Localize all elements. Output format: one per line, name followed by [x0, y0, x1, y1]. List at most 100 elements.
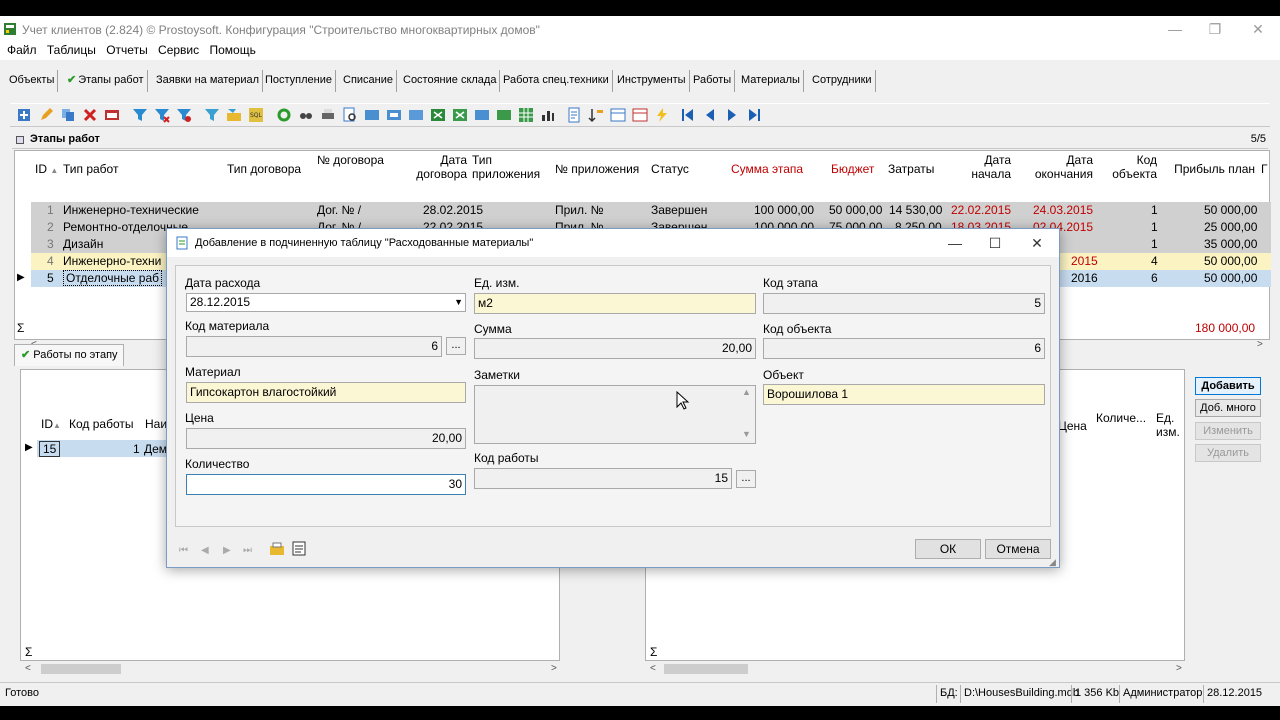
col-start-date[interactable]: Дата начала: [955, 153, 1011, 181]
material-code-field[interactable]: 6: [186, 336, 442, 357]
minimize-icon[interactable]: —: [1160, 20, 1190, 38]
tab-works-by-stage[interactable]: ✔ Работы по этапу: [14, 344, 124, 366]
preview-icon[interactable]: [342, 107, 358, 123]
filter-values-icon[interactable]: [204, 107, 220, 123]
restore-icon[interactable]: ❐: [1200, 20, 1230, 38]
tab-material-requests[interactable]: Заявки на материал: [153, 70, 264, 92]
scroll-right-icon[interactable]: >: [1257, 339, 1263, 350]
close-icon[interactable]: ✕: [1025, 234, 1049, 252]
add-record-icon[interactable]: [16, 107, 32, 123]
col-work-code[interactable]: Код работы: [69, 417, 134, 431]
export-excel-icon[interactable]: [430, 107, 446, 123]
chevron-down-icon[interactable]: ▼: [454, 294, 463, 311]
filter-folder-icon[interactable]: [226, 107, 242, 123]
quantity-field[interactable]: 30: [186, 474, 466, 495]
edit-button[interactable]: Изменить: [1195, 422, 1261, 440]
tab-employees[interactable]: Сотрудники: [809, 70, 876, 92]
col-id[interactable]: ID▲: [41, 417, 61, 431]
sum-field[interactable]: 20,00: [474, 338, 756, 359]
scroll-right-icon[interactable]: >: [551, 663, 557, 674]
settings-grid-icon[interactable]: [632, 107, 648, 123]
work-code-browse-button[interactable]: ...: [736, 470, 756, 488]
col-profit-plan[interactable]: Прибыль план: [1165, 162, 1255, 176]
col-object-code[interactable]: Код объекта: [1101, 153, 1157, 181]
col-contract-date[interactable]: Дата договора: [395, 153, 467, 181]
notes-textarea[interactable]: [474, 385, 756, 444]
sql-filter-icon[interactable]: SQL: [248, 107, 264, 123]
filter-clear-icon[interactable]: [176, 107, 192, 123]
prev-record-icon[interactable]: [702, 107, 718, 123]
table-row[interactable]: 1 Инженерно-технические Дог. № / 28.02.2…: [31, 202, 1271, 219]
first-record-icon[interactable]: [680, 107, 696, 123]
col-id[interactable]: ID ▲: [35, 162, 58, 178]
ok-button[interactable]: ОК: [915, 539, 981, 559]
export-2-icon[interactable]: [386, 107, 402, 123]
chart-icon[interactable]: [540, 107, 556, 123]
resize-grip-icon[interactable]: ◢: [1049, 557, 1056, 568]
stage-code-field[interactable]: 5: [763, 293, 1045, 314]
material-code-browse-button[interactable]: ...: [446, 337, 466, 355]
minimize-icon[interactable]: —: [943, 234, 967, 252]
menu-help[interactable]: Помощь: [202, 42, 255, 58]
price-field[interactable]: 20,00: [186, 428, 466, 449]
export-icon[interactable]: [364, 107, 380, 123]
col-appendix-no[interactable]: № приложения: [555, 162, 639, 176]
col-contract-no[interactable]: № договора: [317, 153, 387, 167]
find-icon[interactable]: [298, 107, 314, 123]
tab-tools[interactable]: Инструменты: [614, 70, 690, 92]
col-contract-type[interactable]: Тип договора: [227, 162, 301, 176]
window-icon[interactable]: [104, 107, 120, 123]
tab-works[interactable]: Работы: [690, 70, 736, 92]
export-3-icon[interactable]: [408, 107, 424, 123]
next-record-icon[interactable]: [724, 107, 740, 123]
open-folder-icon[interactable]: [269, 542, 285, 556]
last-record-icon[interactable]: ⏭: [243, 545, 252, 556]
menu-file[interactable]: Файл: [0, 42, 37, 58]
import-icon[interactable]: [474, 107, 490, 123]
menu-reports[interactable]: Отчеты: [99, 42, 147, 58]
copy-icon[interactable]: [60, 107, 76, 123]
work-code-field[interactable]: 15: [474, 468, 732, 489]
col-budget[interactable]: Бюджет: [831, 162, 874, 176]
grid-icon[interactable]: [518, 107, 534, 123]
tab-receipts[interactable]: Поступление: [262, 70, 337, 92]
col-end-date[interactable]: Дата окончания: [1021, 153, 1093, 181]
tab-machinery[interactable]: Работа спец.техники: [500, 70, 613, 92]
import-excel-icon[interactable]: [452, 107, 468, 123]
h-scrollbar-thumb[interactable]: [41, 664, 121, 674]
print-icon[interactable]: [320, 107, 336, 123]
material-field[interactable]: Гипсокартон влагостойкий: [186, 382, 466, 403]
object-code-field[interactable]: 6: [763, 338, 1045, 359]
scroll-up-icon[interactable]: ▲: [742, 387, 751, 397]
unit-field[interactable]: м2: [474, 293, 756, 314]
tab-objects[interactable]: Объекты: [6, 70, 59, 92]
menu-tables[interactable]: Таблицы: [40, 42, 96, 58]
columns-icon[interactable]: [610, 107, 626, 123]
col-stage-sum[interactable]: Сумма этапа: [731, 162, 803, 176]
report-icon[interactable]: [566, 107, 582, 123]
last-record-icon[interactable]: [746, 107, 762, 123]
close-icon[interactable]: ✕: [1243, 20, 1273, 38]
document-icon[interactable]: [291, 541, 307, 556]
edit-icon[interactable]: [38, 107, 54, 123]
tab-warehouse[interactable]: Состояние склада: [400, 70, 501, 92]
table-row-selected[interactable]: 15 1 Дем: [37, 440, 167, 457]
import-2-icon[interactable]: [496, 107, 512, 123]
col-status[interactable]: Статус: [651, 162, 689, 176]
add-many-button[interactable]: Доб. много: [1195, 399, 1261, 417]
delete-button[interactable]: Удалить: [1195, 444, 1261, 462]
lightning-icon[interactable]: [654, 107, 670, 123]
col-appendix-type[interactable]: Тип приложения: [472, 153, 542, 181]
tab-work-stages[interactable]: ✔ Этапы работ: [64, 70, 148, 92]
date-picker[interactable]: 28.12.2015 ▼: [186, 293, 466, 312]
col-name[interactable]: Наи: [145, 417, 167, 431]
prev-record-icon[interactable]: ◀: [201, 545, 209, 556]
filter-remove-icon[interactable]: [154, 107, 170, 123]
next-record-icon[interactable]: ▶: [223, 545, 231, 556]
sort-icon[interactable]: [588, 107, 604, 123]
col-quantity[interactable]: Количе...: [1096, 411, 1146, 425]
add-button[interactable]: Добавить: [1195, 377, 1261, 395]
col-unit[interactable]: Ед. изм.: [1156, 411, 1186, 439]
scroll-left-icon[interactable]: <: [25, 663, 31, 674]
col-work-type[interactable]: Тип работ: [63, 162, 118, 176]
